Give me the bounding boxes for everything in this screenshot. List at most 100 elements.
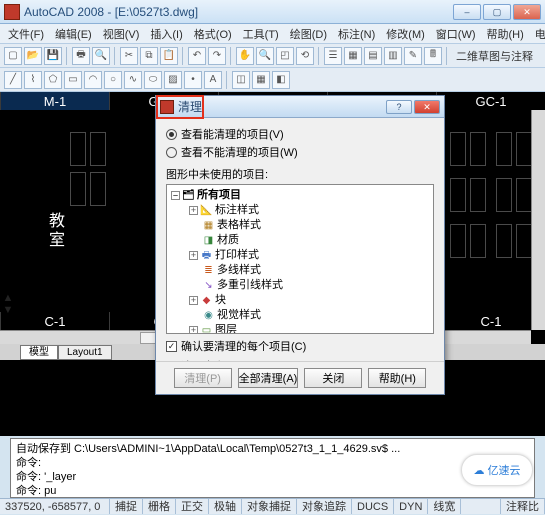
type-icon: ↘ [202,279,215,292]
tree-item[interactable]: +▭图层 [171,323,429,334]
plot-preview-icon[interactable]: 🔍 [92,47,110,65]
menu-window[interactable]: 窗口(W) [431,24,481,44]
status-snap[interactable]: 捕捉 [110,499,143,514]
menu-dim[interactable]: 标注(N) [333,24,380,44]
status-ortho[interactable]: 正交 [176,499,209,514]
workspace-label[interactable]: 二维草图与注释 [452,48,537,64]
status-lwt[interactable]: 线宽 [428,499,461,514]
purge-tree[interactable]: – 🗂 所有项目 +📐标注样式▦表格样式◨材质+🖶打印样式≣多线样式↘多重引线样… [166,184,434,334]
new-icon[interactable]: ▢ [4,47,22,65]
dialog-titlebar[interactable]: 清理 ? ✕ [156,96,444,118]
tree-item[interactable]: ◨材质 [171,233,429,248]
expand-icon[interactable]: + [189,206,198,215]
status-otrack[interactable]: 对象追踪 [297,499,352,514]
tree-item[interactable]: +◆块 [171,293,429,308]
cut-icon[interactable]: ✂ [120,47,138,65]
cmd-line: 命令: '_layer [16,470,529,484]
type-icon: 📐 [200,204,213,217]
redo-icon[interactable]: ↷ [208,47,226,65]
app-titlebar: AutoCAD 2008 - [E:\0527t3.dwg] – ▢ ✕ [0,0,545,24]
pan-icon[interactable]: ✋ [236,47,254,65]
menu-format[interactable]: 格式(O) [189,24,237,44]
undo-icon[interactable]: ↶ [188,47,206,65]
command-window[interactable]: 自动保存到 C:\Users\ADMINI~1\AppData\Local\Te… [10,438,535,498]
line-icon[interactable]: ╱ [4,71,22,89]
dialog-close-icon[interactable]: ✕ [414,100,440,114]
save-icon[interactable]: 💾 [44,47,62,65]
arc-icon[interactable]: ◠ [84,71,102,89]
table-icon[interactable]: ▦ [252,71,270,89]
print-icon[interactable]: 🖶 [72,47,90,65]
text-icon[interactable]: A [204,71,222,89]
menu-file[interactable]: 文件(F) [3,24,49,44]
menu-insert[interactable]: 插入(I) [145,24,187,44]
radio-cannot-purge[interactable]: 查看不能清理的项目(W) [166,144,434,160]
help-button[interactable]: 帮助(H) [368,368,426,388]
scrollbar-vertical[interactable] [531,110,545,330]
paste-icon[interactable]: 📋 [160,47,178,65]
menu-view[interactable]: 视图(V) [98,24,145,44]
close-button[interactable]: ✕ [513,4,541,20]
status-osnap[interactable]: 对象捕捉 [242,499,297,514]
props-icon[interactable]: ☰ [324,47,342,65]
menu-tools[interactable]: 工具(T) [238,24,284,44]
hatch-icon[interactable]: ▨ [164,71,182,89]
menu-edit[interactable]: 编辑(E) [50,24,97,44]
region-icon[interactable]: ◧ [272,71,290,89]
radio-can-purge[interactable]: 查看能清理的项目(V) [166,126,434,142]
sheet-set-icon[interactable]: ▥ [384,47,402,65]
expand-icon[interactable]: + [189,326,198,334]
dialog-help-icon[interactable]: ? [386,100,412,114]
statusbar: 337520, -658577, 0 捕捉 栅格 正交 极轴 对象捕捉 对象追踪… [0,498,545,514]
pline-icon[interactable]: ⌇ [24,71,42,89]
tree-root[interactable]: – 🗂 所有项目 [171,188,429,203]
rect-icon[interactable]: ▭ [64,71,82,89]
block-icon[interactable]: ◫ [232,71,250,89]
status-grid[interactable]: 栅格 [143,499,176,514]
status-ducs[interactable]: DUCS [352,499,394,514]
polygon-icon[interactable]: ⬠ [44,71,62,89]
markup-icon[interactable]: ✎ [404,47,422,65]
tree-item[interactable]: ▦表格样式 [171,218,429,233]
tool-palette-icon[interactable]: ▤ [364,47,382,65]
tree-item[interactable]: +📐标注样式 [171,203,429,218]
collapse-icon[interactable]: – [171,191,180,200]
zoom-prev-icon[interactable]: ⟲ [296,47,314,65]
menu-help[interactable]: 帮助(H) [482,24,529,44]
tab-layout1[interactable]: Layout1 [58,345,112,360]
zoom-window-icon[interactable]: ◰ [276,47,294,65]
copy-icon[interactable]: ⧉ [140,47,158,65]
purge-button[interactable]: 清理(P) [174,368,232,388]
check-confirm-each[interactable]: ✓ 确认要清理的每个项目(C) [166,338,434,354]
point-icon[interactable]: • [184,71,202,89]
status-annoscale[interactable]: 注释比 [501,499,545,514]
minimize-button[interactable]: – [453,4,481,20]
tree-item[interactable]: ◉视觉样式 [171,308,429,323]
spline-icon[interactable]: ∿ [124,71,142,89]
radio-icon [166,147,177,158]
maximize-button[interactable]: ▢ [483,4,511,20]
open-icon[interactable]: 📂 [24,47,42,65]
tree-item[interactable]: ↘多重引线样式 [171,278,429,293]
circle-icon[interactable]: ○ [104,71,122,89]
ellipse-icon[interactable]: ⬭ [144,71,162,89]
expand-icon[interactable]: + [189,251,198,260]
purge-all-button[interactable]: 全部清理(A) [238,368,299,388]
tab-model[interactable]: 模型 [20,345,58,360]
tree-item[interactable]: +🖶打印样式 [171,248,429,263]
menu-draw[interactable]: 绘图(D) [285,24,332,44]
toolbar-1: ▢ 📂 💾 🖶 🔍 ✂ ⧉ 📋 ↶ ↷ ✋ 🔍 ◰ ⟲ ☰ ▦ ▤ ▥ ✎ 🖩 … [0,44,545,68]
tree-item-label: 标注样式 [215,203,259,218]
menu-modify[interactable]: 修改(M) [381,24,430,44]
tree-root-label: 所有项目 [197,188,241,203]
menu-epaper[interactable]: 电子报纸(X) [530,24,545,44]
design-center-icon[interactable]: ▦ [344,47,362,65]
status-dyn[interactable]: DYN [394,499,428,514]
calc-icon[interactable]: 🖩 [424,47,442,65]
tree-item[interactable]: ≣多线样式 [171,263,429,278]
status-polar[interactable]: 极轴 [209,499,242,514]
zoom-icon[interactable]: 🔍 [256,47,274,65]
expand-icon[interactable]: + [189,296,198,305]
tree-item-label: 图层 [215,323,237,334]
close-button[interactable]: 关闭 [304,368,362,388]
